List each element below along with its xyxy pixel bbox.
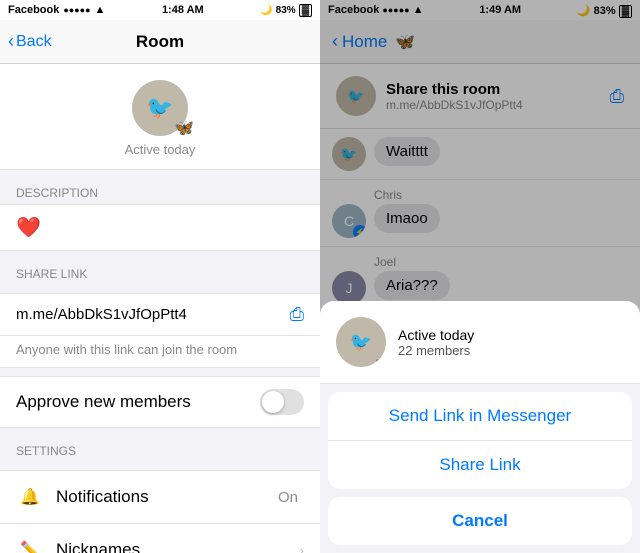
popup-avatar-row: 🐦 🦋 Active today 22 members [336, 317, 624, 367]
back-chevron-icon: ‹ [8, 31, 14, 52]
nicknames-row[interactable]: ✏️ Nicknames › [0, 524, 320, 553]
popup-card: 🐦 🦋 Active today 22 members [320, 301, 640, 384]
heart-row: ❤️ [0, 204, 320, 251]
left-content: 🐦 🦋 Active today DESCRIPTION ❤️ SHARE LI… [0, 64, 320, 553]
back-label: Back [16, 33, 52, 51]
popup-sheet: 🐦 🦋 Active today 22 members Send Link in… [320, 301, 640, 553]
battery-percent: 83% [276, 5, 296, 16]
notifications-label: Notifications [56, 487, 278, 507]
left-panel: Facebook ●●●●● ▲ 1:48 AM 🌙 83% ▓ ‹ Back … [0, 0, 320, 553]
cancel-button[interactable]: Cancel [328, 497, 632, 545]
back-button[interactable]: ‹ Back [8, 31, 52, 52]
chevron-right-icon: › [299, 542, 304, 553]
nicknames-label: Nicknames [56, 540, 299, 553]
active-today-label: Active today [125, 142, 196, 157]
left-nav-bar: ‹ Back Room [0, 20, 320, 64]
wifi-icon: ▲ [95, 4, 106, 16]
share-link-header: SHARE LINK [0, 259, 320, 285]
battery-icon: ▓ [299, 4, 312, 17]
approve-members-row[interactable]: Approve new members [0, 376, 320, 428]
bell-icon: 🔔 [16, 483, 44, 511]
avatar-section: 🐦 🦋 Active today [0, 64, 320, 170]
share-link-button[interactable]: Share Link [328, 441, 632, 489]
popup-members-count: 22 members [398, 343, 474, 358]
avatar-wrapper: 🐦 🦋 [132, 80, 188, 136]
toggle-knob [262, 391, 284, 413]
pencil-icon: ✏️ [16, 536, 44, 553]
share-link-value: m.me/AbbDkS1vJfOpPtt4 [16, 306, 187, 323]
left-time: 1:48 AM [162, 4, 204, 16]
notifications-row[interactable]: 🔔 Notifications On [0, 470, 320, 524]
upload-icon[interactable]: ⎙ [290, 304, 304, 325]
signal-dots: ●●●●● [63, 5, 90, 15]
divider3 [0, 428, 320, 436]
left-status-bar: Facebook ●●●●● ▲ 1:48 AM 🌙 83% ▓ [0, 0, 320, 20]
carrier-name: Facebook [8, 4, 59, 16]
notifications-value: On [278, 489, 298, 506]
heart-emoji: ❤️ [16, 217, 41, 239]
page-title: Room [136, 32, 184, 52]
popup-info: Active today 22 members [398, 327, 474, 358]
approve-members-label: Approve new members [16, 392, 191, 412]
approve-members-toggle[interactable] [260, 389, 304, 415]
right-panel: Facebook ●●●●● ▲ 1:49 AM 🌙 83% ▓ ‹ Home … [320, 0, 640, 553]
popup-active-label: Active today [398, 327, 474, 343]
popup-action-section: Send Link in Messenger Share Link [328, 392, 632, 489]
share-link-row[interactable]: m.me/AbbDkS1vJfOpPtt4 ⎙ [0, 294, 320, 336]
popup-overlay[interactable]: 🐦 🦋 Active today 22 members Send Link in… [320, 0, 640, 553]
divider1 [0, 170, 320, 178]
divider2 [0, 251, 320, 259]
settings-header: SETTINGS [0, 436, 320, 462]
moon-icon: 🌙 [260, 5, 272, 16]
popup-badge: 🦋 [375, 355, 386, 367]
left-status-carrier: Facebook ●●●●● ▲ [8, 4, 105, 16]
share-link-section: m.me/AbbDkS1vJfOpPtt4 ⎙ Anyone with this… [0, 293, 320, 368]
popup-avatar: 🐦 🦋 [336, 317, 386, 367]
share-link-subtitle: Anyone with this link can join the room [0, 336, 320, 367]
avatar-badge: 🦋 [174, 118, 194, 138]
description-header: DESCRIPTION [0, 178, 320, 204]
settings-section: 🔔 Notifications On ✏️ Nicknames › [0, 470, 320, 553]
popup-cancel-section: Cancel [328, 497, 632, 545]
send-link-messenger-button[interactable]: Send Link in Messenger [328, 392, 632, 441]
left-right-status: 🌙 83% ▓ [260, 4, 312, 17]
